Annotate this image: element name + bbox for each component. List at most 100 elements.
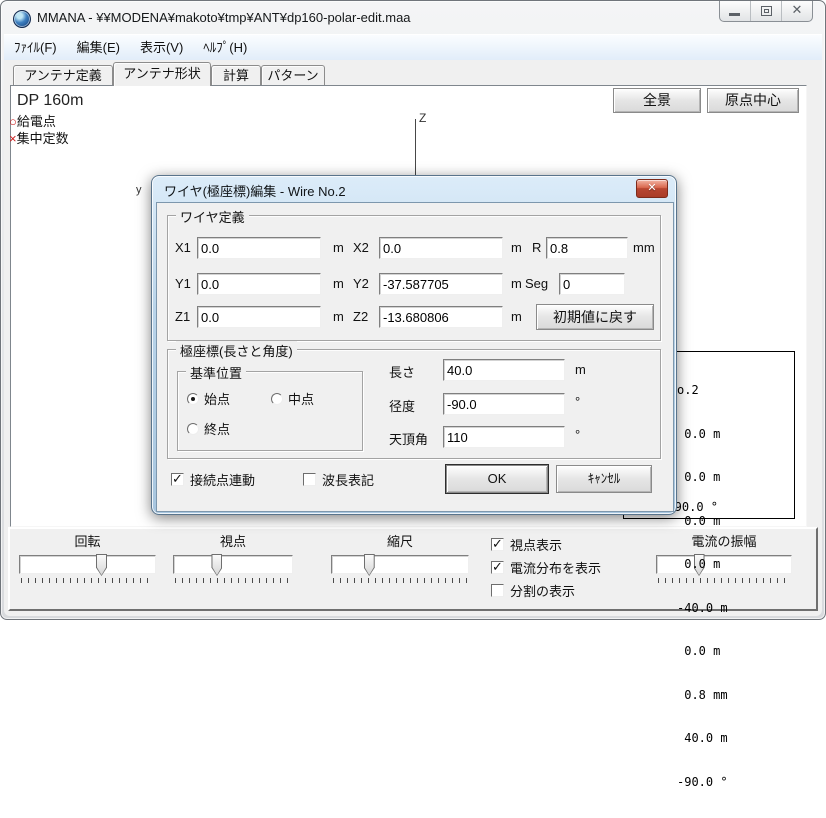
viewpoint-slider[interactable] (173, 555, 293, 574)
scale-slider-label: 縮尺 (331, 531, 469, 555)
checkbox-label: 波長表記 (322, 470, 374, 489)
info-line: 0.0 m (677, 514, 728, 529)
length-input[interactable] (443, 359, 565, 381)
current-distribution-checkbox[interactable]: 電流分布を表示 (491, 558, 601, 577)
seg-input[interactable] (559, 273, 625, 295)
wavelength-notation-checkbox[interactable]: 波長表記 (303, 470, 374, 489)
azimuth-unit: ° (575, 394, 580, 409)
dialog-body: ワイヤ定義 X1 m X2 m R mm Y1 m Y2 m Seg Z1 m (156, 202, 674, 512)
maximize-button[interactable] (750, 1, 781, 21)
radio-label: 終点 (204, 419, 230, 438)
y2-unit: m (511, 276, 522, 291)
menu-view[interactable]: 表示(V) (130, 36, 193, 60)
z-axis-line (415, 119, 416, 176)
x1-input[interactable] (197, 237, 321, 259)
z2-unit: m (511, 309, 522, 324)
checkbox-icon (491, 584, 504, 597)
main-window: MMANA - ¥¥MODENA¥makoto¥tmp¥ANT¥dp160-po… (0, 0, 826, 620)
r-input[interactable] (546, 237, 628, 259)
z1-input[interactable] (197, 306, 321, 328)
reset-defaults-button[interactable]: 初期値に戻す (536, 304, 654, 330)
dialog-title: ワイヤ(極座標)編集 - Wire No.2 (164, 181, 346, 200)
checkbox-label: 視点表示 (510, 535, 562, 554)
tab-calculate[interactable]: 計算 (211, 65, 261, 85)
viewpoint-display-checkbox[interactable]: 視点表示 (491, 535, 562, 554)
info-line: 0.0 m (677, 557, 728, 572)
slider-thumb[interactable] (364, 554, 375, 576)
z2-label: Z2 (353, 309, 368, 324)
link-connection-checkbox[interactable]: 接続点連動 (171, 470, 255, 489)
wire-info-values: o.2 0.0 m 0.0 m 0.0 m 0.0 m -40.0 m 0.0 … (677, 354, 728, 818)
model-title: DP 160m (17, 92, 83, 110)
window-title: MMANA - ¥¥MODENA¥makoto¥tmp¥ANT¥dp160-po… (37, 3, 411, 33)
menu-file[interactable]: ﾌｧｲﾙ(F) (4, 36, 67, 60)
radio-middle-point[interactable]: 中点 (271, 389, 314, 408)
x2-input[interactable] (379, 237, 503, 259)
slider-ticks (175, 578, 291, 583)
checkbox-icon (303, 473, 316, 486)
tab-antenna-definition[interactable]: アンテナ定義 (13, 65, 113, 85)
radio-icon (187, 423, 199, 435)
radio-end-point[interactable]: 終点 (187, 419, 230, 438)
info-line: o.2 (677, 383, 728, 398)
info-line: 0.8 mm (677, 688, 728, 703)
maximize-icon (761, 6, 772, 16)
checkbox-icon (491, 538, 504, 551)
lumped-constant-label: 集中定数 (17, 131, 69, 146)
radio-start-point[interactable]: 始点 (187, 389, 230, 408)
segment-display-checkbox[interactable]: 分割の表示 (491, 581, 575, 600)
wire-edit-dialog: ワイヤ(極座標)編集 - Wire No.2 ✕ ワイヤ定義 X1 m X2 m… (151, 175, 677, 515)
rotation-slider[interactable] (19, 555, 156, 574)
y2-input[interactable] (379, 273, 503, 295)
z1-label: Z1 (175, 309, 190, 324)
lumped-constant-icon: × (9, 131, 17, 146)
cancel-button[interactable]: ｷｬﾝｾﾙ (556, 465, 652, 493)
viewpoint-slider-label: 視点 (173, 531, 293, 555)
menu-help[interactable]: ﾍﾙﾌﾟ(H) (193, 36, 257, 60)
slider-ticks (333, 578, 467, 583)
radio-icon (187, 393, 199, 405)
dialog-close-button[interactable]: ✕ (636, 179, 668, 198)
origin-center-button[interactable]: 原点中心 (707, 88, 799, 113)
tab-antenna-shape[interactable]: アンテナ形状 (113, 62, 211, 86)
viewpoint-slider-group: 視点 (173, 531, 293, 583)
zenith-angle-label: 天頂角 (389, 429, 428, 448)
minimize-button[interactable] (720, 1, 750, 21)
info-line: 0.0 m (677, 470, 728, 485)
window-controls: ✕ (719, 1, 813, 22)
wire-definition-legend: ワイヤ定義 (176, 207, 249, 226)
y1-label: Y1 (175, 276, 191, 291)
menu-edit[interactable]: 編集(E) (67, 36, 130, 60)
slider-thumb[interactable] (96, 554, 107, 576)
azimuth-input[interactable] (443, 393, 565, 415)
scale-slider-group: 縮尺 (331, 531, 469, 583)
z2-input[interactable] (379, 306, 503, 328)
checkbox-icon (491, 561, 504, 574)
r-label: R (532, 240, 541, 255)
polar-coordinates-legend: 極座標(長さと角度) (176, 341, 297, 360)
checkbox-label: 接続点連動 (190, 470, 255, 489)
ok-button[interactable]: OK (446, 465, 548, 493)
x1-unit: m (333, 240, 344, 255)
zenith-angle-input[interactable] (443, 426, 565, 448)
length-label: 長さ (389, 362, 415, 381)
feed-point-icon: ○ (9, 114, 17, 129)
minimize-icon (729, 13, 740, 16)
reference-position-legend: 基準位置 (186, 363, 246, 382)
r-unit: mm (633, 240, 655, 255)
checkbox-label: 電流分布を表示 (510, 558, 601, 577)
full-view-button[interactable]: 全景 (613, 88, 701, 113)
x1-label: X1 (175, 240, 191, 255)
tab-pattern[interactable]: パターン (261, 65, 325, 85)
slider-thumb[interactable] (211, 554, 222, 576)
legend-lumped-constant: ×集中定数 (9, 128, 69, 147)
azimuth-label: 径度 (389, 396, 415, 415)
scale-slider[interactable] (331, 555, 469, 574)
close-icon: ✕ (782, 2, 812, 18)
checkbox-label: 分割の表示 (510, 581, 575, 600)
close-button[interactable]: ✕ (781, 1, 812, 21)
length-unit: m (575, 362, 586, 377)
y1-input[interactable] (197, 273, 321, 295)
close-icon: ✕ (637, 180, 667, 197)
menu-bar: ﾌｧｲﾙ(F) 編集(E) 表示(V) ﾍﾙﾌﾟ(H) (4, 34, 822, 61)
